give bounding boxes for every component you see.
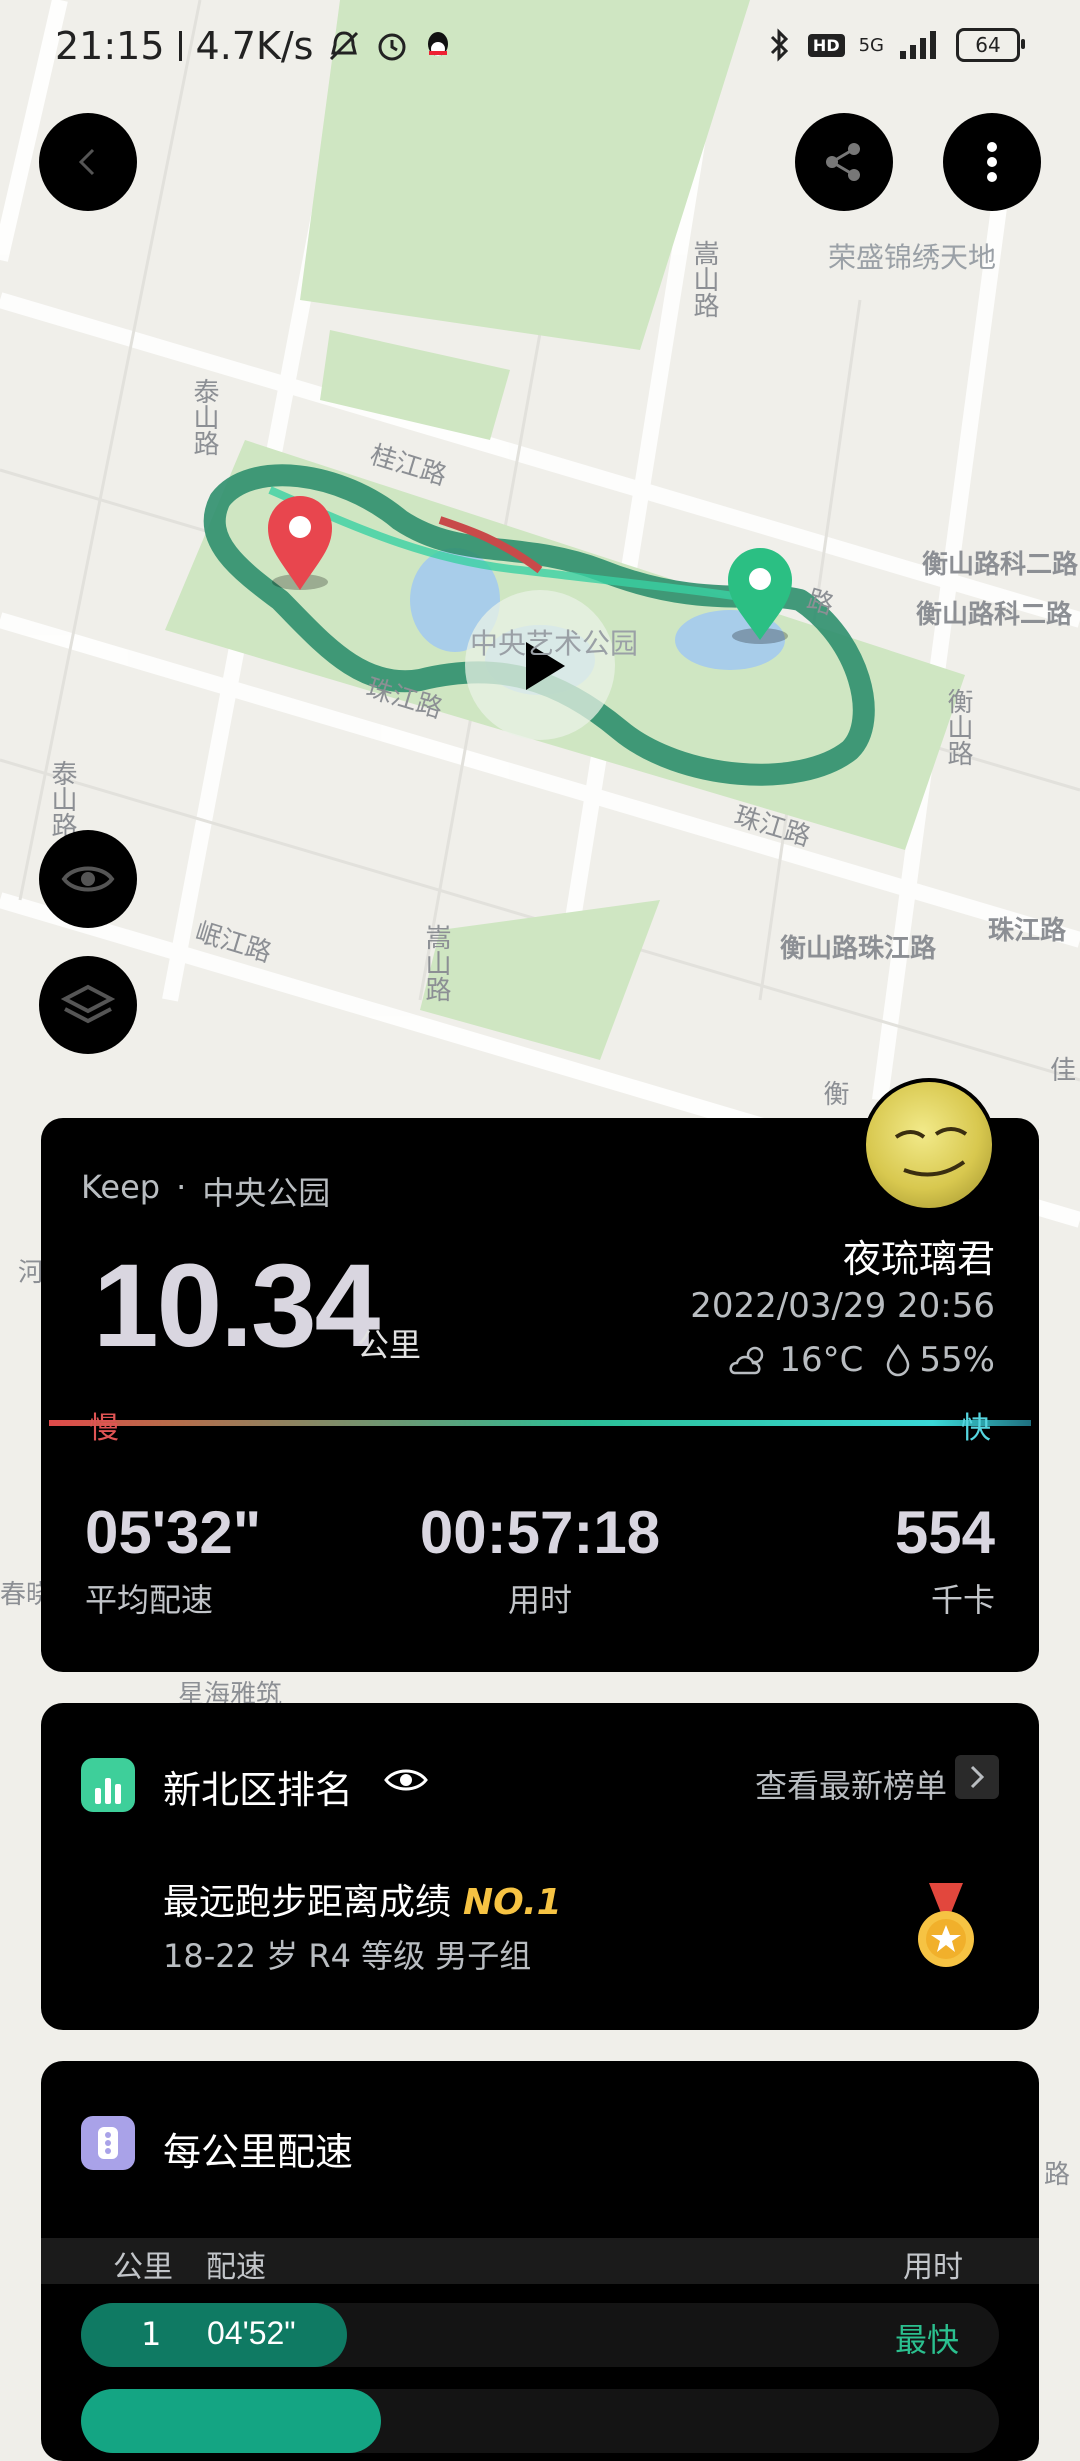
network-type: 5G <box>858 34 884 56</box>
ranking-card: 新北区排名 查看最新榜单 最远跑步距离成绩 NO.1 18-22 岁 R4 等级 … <box>41 1703 1039 2030</box>
pace-per-km-card: 每公里配速 公里 配速 用时 1 04'52" 最快 <box>41 2061 1039 2461</box>
map-layers-button[interactable] <box>39 956 137 1054</box>
ranking-title: 新北区排名 <box>163 1768 354 1812</box>
map-label: 荣盛锦绣天地 <box>828 241 997 274</box>
calories-stat: 554 千卡 <box>895 1498 995 1621</box>
view-leaderboard-link[interactable]: 查看最新榜单 <box>755 1761 947 1807</box>
duration-value: 00:57:18 <box>419 1499 661 1566</box>
bar-chart-icon <box>81 1758 135 1812</box>
avatar[interactable] <box>862 1078 996 1212</box>
battery-indicator: 64 <box>956 28 1025 62</box>
map-label: 泰山路 <box>47 760 77 838</box>
qq-icon <box>428 32 449 56</box>
network-speed: 4.7K/s <box>195 24 314 68</box>
map-label: 中央艺术公园 <box>470 627 639 660</box>
share-button[interactable] <box>795 113 893 211</box>
eye-icon <box>61 866 115 892</box>
distance-unit: 公里 <box>357 1326 422 1364</box>
pace-table-header: 公里 配速 用时 <box>41 2238 1039 2285</box>
source-place: 中央公园 <box>202 1174 331 1212</box>
share-icon <box>826 143 860 181</box>
map-label: 嵩山路 <box>421 924 451 1002</box>
medal-icon <box>918 1883 974 1967</box>
distance-value: 10.34 <box>93 1240 380 1372</box>
more-icon <box>987 142 997 182</box>
pace-bar-fill <box>81 2389 381 2453</box>
achievement-text: 最远跑步距离成绩 NO.1 <box>163 1873 562 1925</box>
map-label: 衡山路珠江路 <box>780 934 937 964</box>
status-bar: 21:15 4.7K/s HD 5G 64 <box>0 0 1080 100</box>
pace-title: 每公里配速 <box>163 2130 354 2174</box>
humidity: 55% <box>919 1340 995 1380</box>
visibility-toggle-button[interactable] <box>39 830 137 928</box>
ranking-group: 18-22 岁 R4 等级 男子组 <box>163 1937 532 1975</box>
hd-badge: HD <box>807 33 845 57</box>
workout-datetime: 2022/03/29 20:56 <box>690 1286 995 1326</box>
pace-row: 1 04'52" 最快 <box>81 2303 999 2367</box>
more-button[interactable] <box>943 113 1041 211</box>
source-app: Keep <box>81 1168 161 1206</box>
calories-value: 554 <box>894 1499 995 1566</box>
map-label: 珠江路 <box>988 916 1067 946</box>
workout-source: Keep · 中央公园 <box>81 1168 330 1214</box>
map-label: 佳 <box>1050 1056 1077 1086</box>
username[interactable]: 夜琉璃君 <box>843 1228 995 1283</box>
bluetooth-icon <box>770 28 789 62</box>
clock: 21:15 <box>55 24 165 68</box>
calories-label: 千卡 <box>930 1581 995 1619</box>
traffic-light-icon <box>81 2116 135 2170</box>
row-pace: 04'52" <box>207 2315 296 2351</box>
map-label: 泰山路 <box>189 378 219 456</box>
view-leaderboard-button[interactable] <box>955 1755 999 1799</box>
alarm-icon <box>378 33 406 61</box>
fastest-tag: 最快 <box>894 2321 959 2359</box>
achievement-label: 最远跑步距离成绩 <box>163 1882 452 1923</box>
map-label: 衡山路科二路 <box>916 600 1073 630</box>
pace-gradient-bar <box>49 1420 1031 1426</box>
source-separator: · <box>176 1168 187 1206</box>
chevron-right-icon <box>970 1765 985 1789</box>
row-km: 1 <box>141 2315 162 2353</box>
back-button[interactable] <box>39 113 137 211</box>
header-km: 公里 <box>113 2250 173 2285</box>
cloud-sun-icon <box>729 1346 764 1375</box>
map-label: 衡山路 <box>943 688 973 766</box>
duration-label: 用时 <box>507 1581 572 1619</box>
header-time: 用时 <box>903 2250 963 2285</box>
map-label: 衡山路科二路 <box>922 550 1079 580</box>
eye-icon[interactable] <box>383 1763 429 1797</box>
layers-icon <box>61 984 115 1024</box>
pace-row <box>81 2389 999 2453</box>
avatar-face <box>894 1127 968 1177</box>
header-pace: 配速 <box>206 2250 266 2285</box>
map-label: 衡 <box>819 1080 849 1106</box>
fast-label: 快 <box>961 1411 991 1446</box>
weather-info: 16°C 55% <box>727 1340 995 1380</box>
duration-stat: 00:57:18 用时 <box>41 1498 1039 1621</box>
signal-icon <box>900 31 936 59</box>
slow-label: 慢 <box>89 1411 119 1446</box>
rank-badge: NO.1 <box>463 1882 562 1923</box>
droplet-icon <box>887 1343 910 1377</box>
map-label: 路 <box>1044 2160 1071 2190</box>
temperature: 16°C <box>779 1340 864 1380</box>
map-label: 嵩山路 <box>689 240 719 318</box>
mute-bell-icon <box>330 31 359 61</box>
back-icon <box>78 148 95 176</box>
workout-summary-card: Keep · 中央公园 10.34 公里 夜琉璃君 2022/03/29 20:… <box>41 1118 1039 1672</box>
